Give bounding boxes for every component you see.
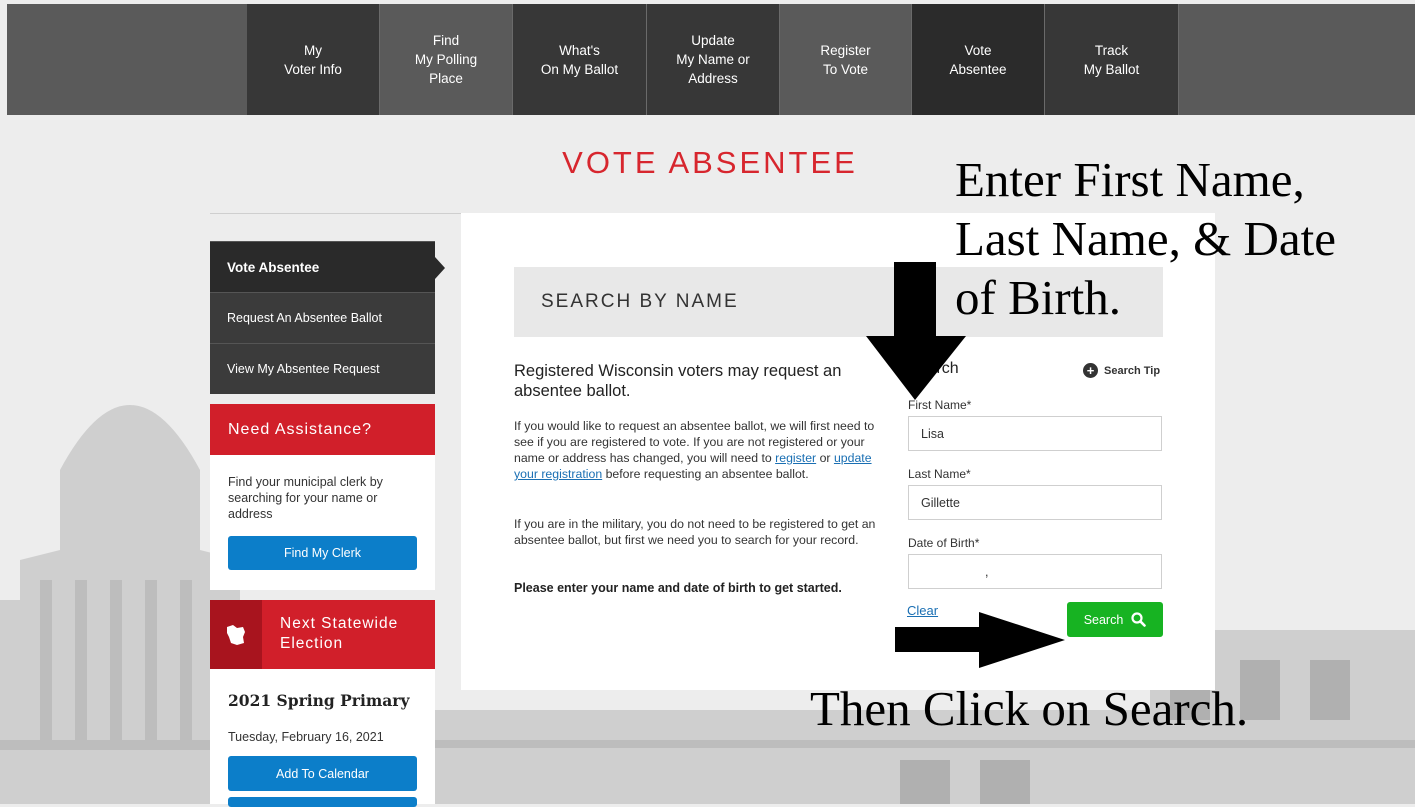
nav-find-polling-place[interactable]: Find My Polling Place	[380, 4, 513, 115]
active-pointer-icon	[435, 257, 445, 279]
search-tip-label: Search Tip	[1104, 364, 1161, 377]
next-election-heading: Next Statewide Election	[210, 600, 435, 669]
sidebar-item-request-ballot[interactable]: Request An Absentee Ballot	[210, 292, 435, 343]
first-name-label: First Name*	[908, 398, 972, 412]
intro-text-2: or	[816, 451, 834, 465]
search-icon	[1131, 612, 1147, 627]
nav-track-my-ballot[interactable]: Track My Ballot	[1045, 4, 1179, 115]
nav-vote-absentee[interactable]: Vote Absentee	[912, 4, 1045, 115]
dob-input[interactable]: ,	[908, 554, 1162, 589]
first-name-input[interactable]: Lisa	[908, 416, 1162, 451]
next-election-title: Next Statewide Election	[280, 615, 399, 652]
election-date: Tuesday, February 16, 2021	[228, 730, 384, 744]
register-link[interactable]: register	[775, 451, 816, 465]
secondary-button[interactable]	[228, 797, 417, 807]
right-arrow-icon	[895, 612, 1065, 668]
dob-label: Date of Birth*	[908, 536, 980, 550]
top-navigation: My Voter Info Find My Polling Place What…	[7, 4, 1415, 115]
sidebar-item-label: Vote Absentee	[227, 259, 320, 275]
search-button[interactable]: Search	[1067, 602, 1163, 637]
search-by-name-title: SEARCH BY NAME	[541, 291, 739, 312]
page-title: VOTE ABSENTEE	[562, 145, 858, 180]
find-my-clerk-button[interactable]: Find My Clerk	[228, 536, 417, 570]
nav-items: My Voter Info Find My Polling Place What…	[247, 4, 1179, 115]
add-to-calendar-button[interactable]: Add To Calendar	[228, 756, 417, 791]
intro-paragraph: If you would like to request an absentee…	[514, 418, 884, 482]
assistance-text: Find your municipal clerk by searching f…	[228, 475, 383, 521]
intro-text-3: before requesting an absentee ballot.	[602, 467, 809, 481]
last-name-input[interactable]: Gillette	[908, 485, 1162, 520]
assistance-panel: Find your municipal clerk by searching f…	[210, 455, 435, 590]
nav-my-voter-info[interactable]: My Voter Info	[247, 4, 380, 115]
last-name-label: Last Name*	[908, 467, 971, 481]
nav-whats-on-my-ballot[interactable]: What's On My Ballot	[513, 4, 647, 115]
sidebar-menu: Vote Absentee Request An Absentee Ballot…	[210, 241, 445, 394]
wisconsin-state-icon	[210, 600, 262, 669]
sidebar-item-view-request[interactable]: View My Absentee Request	[210, 343, 435, 394]
sidebar-item-vote-absentee[interactable]: Vote Absentee	[210, 241, 445, 292]
election-panel: 2021 Spring Primary Tuesday, February 16…	[210, 669, 435, 807]
nav-update-name-address[interactable]: Update My Name or Address	[647, 4, 780, 115]
instruction-text: Please enter your name and date of birth…	[514, 581, 842, 595]
divider	[210, 213, 462, 214]
nav-register-to-vote[interactable]: Register To Vote	[780, 4, 912, 115]
intro-heading: Registered Wisconsin voters may request …	[514, 362, 842, 400]
election-name: 2021 Spring Primary	[228, 691, 410, 710]
search-tip-link[interactable]: + Search Tip	[1083, 363, 1160, 378]
plus-icon: +	[1083, 363, 1098, 378]
annotation-instruction-top: Enter First Name, Last Name, & Date of B…	[955, 152, 1336, 325]
military-paragraph: If you are in the military, you do not n…	[514, 517, 876, 547]
assistance-heading: Need Assistance?	[210, 404, 435, 455]
search-button-label: Search	[1083, 612, 1124, 627]
down-arrow-icon	[866, 262, 966, 400]
annotation-instruction-bottom: Then Click on Search.	[810, 681, 1249, 736]
